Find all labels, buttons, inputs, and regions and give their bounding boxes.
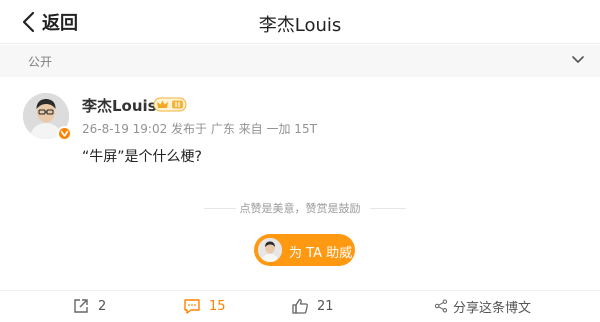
repost-button[interactable]: 2	[72, 295, 106, 317]
author-name[interactable]: 李杰Louis	[82, 95, 157, 116]
comment-icon	[184, 299, 200, 314]
comment-button[interactable]: 15	[183, 295, 226, 317]
reward-caption-row: 点赞是美意，赞赏是鼓励	[0, 200, 600, 216]
crown-badge-icon	[153, 97, 187, 112]
visibility-selector[interactable]: 公开	[0, 45, 600, 77]
like-button[interactable]: 21	[291, 295, 334, 317]
like-count: 21	[317, 298, 334, 314]
action-toolbar: 2 15 21 分享这条博文	[0, 290, 600, 322]
post-body-text: “牛屏”是个什么梗?	[82, 149, 202, 165]
section-spacer	[0, 77, 600, 86]
verified-v-icon	[57, 126, 72, 141]
repost-icon	[74, 299, 88, 313]
comment-count: 15	[209, 298, 226, 314]
share-label: 分享这条博文	[453, 300, 532, 316]
post-meta: 26-8-19 19:02 发布于 广东 来自 一加 15T	[82, 122, 317, 136]
share-icon	[434, 299, 448, 313]
support-button-label: 为 TA 助威	[289, 246, 353, 261]
support-button[interactable]: 为 TA 助威	[254, 234, 355, 266]
top-nav-bar: 返回 李杰Louis	[0, 0, 600, 44]
repost-count: 2	[98, 298, 107, 314]
page-title: 李杰Louis	[258, 15, 342, 36]
reward-caption: 点赞是美意，赞赏是鼓励	[239, 202, 361, 215]
avatar-portrait-icon	[258, 238, 282, 262]
divider-line	[370, 208, 406, 209]
thumbs-up-icon	[292, 298, 308, 314]
chevron-down-icon	[572, 56, 584, 63]
visibility-label: 公开	[28, 55, 53, 69]
support-avatar	[258, 238, 282, 262]
share-button[interactable]: 分享这条博文	[434, 295, 531, 317]
